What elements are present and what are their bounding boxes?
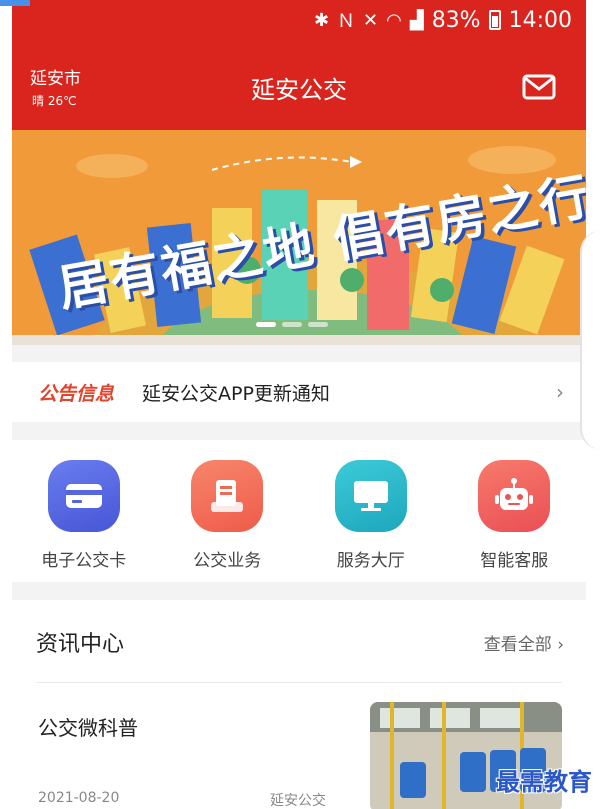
- phone-screen: ✱ Ｎ ✕ ◠ ▟ 83% 14:00 延安市 晴 26℃ 延安公交 居有福之地…: [0, 0, 602, 809]
- view-all-label: 查看全部: [483, 635, 552, 655]
- watermark-logo: 最需教育: [496, 767, 592, 796]
- announcement-tag: 公告信息: [38, 382, 115, 405]
- announcement-bar[interactable]: 公告信息 延安公交APP更新通知 ›: [12, 362, 586, 422]
- news-item-title[interactable]: 公交微科普: [38, 712, 138, 741]
- frame-left-edge: [0, 0, 12, 809]
- service-label: 服务大厅: [336, 551, 405, 571]
- mail-icon[interactable]: [522, 74, 556, 100]
- view-all-link[interactable]: 查看全部 ›: [484, 630, 564, 655]
- service-label: 电子公交卡: [41, 551, 127, 571]
- corner-mark: [0, 0, 30, 6]
- nfc-icon: Ｎ: [337, 11, 356, 32]
- service-hall[interactable]: 服务大厅: [299, 440, 443, 582]
- monitor-icon: [334, 460, 407, 532]
- clock: 14:00: [508, 7, 572, 33]
- battery-percent: 83%: [431, 7, 481, 33]
- service-ecard[interactable]: 电子公交卡: [12, 440, 156, 582]
- service-label: 公交业务: [193, 551, 262, 571]
- service-grid: 电子公交卡 公交业务 服务大厅 智能客服: [12, 440, 586, 582]
- app-view: ✱ Ｎ ✕ ◠ ▟ 83% 14:00 延安市 晴 26℃ 延安公交 居有福之地…: [12, 0, 586, 809]
- status-bar: ✱ Ｎ ✕ ◠ ▟ 83% 14:00: [12, 0, 586, 40]
- chevron-right-icon: ›: [556, 380, 564, 404]
- signal-icon: ▟: [409, 9, 424, 31]
- robot-icon: [478, 460, 551, 532]
- divider: [36, 682, 562, 683]
- service-label: 智能客服: [480, 551, 549, 571]
- wifi-icon: ◠: [386, 9, 402, 31]
- vibrate-icon: ✕: [363, 9, 379, 31]
- banner-pagination: [256, 322, 328, 327]
- pagination-dot[interactable]: [282, 322, 302, 327]
- service-business[interactable]: 公交业务: [156, 440, 300, 582]
- news-section-title: 资讯中心: [36, 632, 125, 657]
- card-icon: [47, 460, 120, 532]
- page-title: 延安公交: [251, 76, 347, 104]
- announcement-text: 延安公交APP更新通知: [142, 382, 330, 405]
- app-header: 延安市 晴 26℃ 延安公交: [12, 40, 586, 130]
- pagination-dot[interactable]: [308, 322, 328, 327]
- news-item-date: 2021-08-20: [38, 790, 120, 806]
- pagination-dot[interactable]: [256, 322, 276, 327]
- document-icon: [191, 460, 264, 532]
- battery-icon: [488, 10, 501, 30]
- bluetooth-icon: ✱: [313, 9, 330, 31]
- news-item-source: 延安公交: [270, 793, 326, 809]
- chevron-right-icon: ›: [557, 635, 564, 655]
- promo-banner[interactable]: 居有福之地 倡有房之行: [12, 130, 586, 345]
- service-chatbot[interactable]: 智能客服: [443, 440, 587, 582]
- screen-edge-curve: [580, 230, 602, 450]
